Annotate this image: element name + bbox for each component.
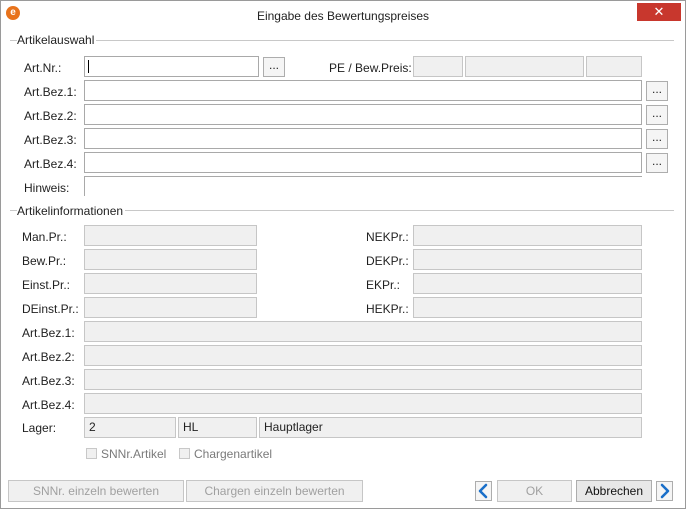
snnr-einzeln-bewerten-button[interactable]: SNNr. einzeln bewerten [8,480,184,502]
art-bez2-label: Art.Bez.2: [24,109,77,123]
info-art-bez2-field [84,345,642,366]
close-button[interactable]: ✕ [637,3,681,21]
arrow-left-icon [478,483,488,499]
info-art-bez3-label: Art.Bez.3: [22,374,75,388]
close-icon: ✕ [653,4,665,19]
art-bez1-input[interactable] [84,80,642,101]
deinst-pr-field [84,297,257,318]
einst-pr-label: Einst.Pr.: [22,278,71,292]
art-bez1-lookup-button[interactable]: ... [646,81,668,101]
chargen-einzeln-bewerten-button[interactable]: Chargen einzeln bewerten [186,480,363,502]
lager-number-field: 2 [84,417,176,438]
art-nr-input[interactable] [84,56,259,77]
nekpr-field [413,225,642,246]
window-title: Eingabe des Bewertungspreises [256,9,430,23]
bew-pr-field [84,249,257,270]
previous-button[interactable] [475,481,492,501]
section-artikelauswahl: Artikelauswahl [17,33,97,47]
hekpr-label: HEKPr.: [366,302,409,316]
lager-name-field: Hauptlager [259,417,642,438]
hinweis-input[interactable] [84,176,642,196]
info-art-bez1-label: Art.Bez.1: [22,326,75,340]
hekpr-field [413,297,642,318]
arrow-right-icon [660,483,670,499]
ekpr-field [413,273,642,294]
text-caret [88,60,89,73]
art-bez2-input[interactable] [84,104,642,125]
man-pr-label: Man.Pr.: [22,230,67,244]
lager-label: Lager: [22,421,57,435]
bew-preis-unit-field [586,56,642,77]
abbrechen-button[interactable]: Abbrechen [576,480,652,502]
art-bez3-input[interactable] [84,128,642,149]
hinweis-label: Hinweis: [24,181,70,195]
chargenartikel-checkbox[interactable] [179,448,190,459]
art-nr-lookup-button[interactable]: ... [263,57,285,77]
info-art-bez3-field [84,369,642,390]
man-pr-field [84,225,257,246]
info-art-bez4-label: Art.Bez.4: [22,398,75,412]
art-nr-label: Art.Nr.: [24,61,62,75]
deinst-pr-label: DEinst.Pr.: [22,302,79,316]
art-bez4-lookup-button[interactable]: ... [646,153,668,173]
section-artikelinformationen: Artikelinformationen [17,204,126,218]
snnr-artikel-checkbox[interactable] [86,448,97,459]
info-art-bez2-label: Art.Bez.2: [22,350,75,364]
art-bez1-label: Art.Bez.1: [24,85,77,99]
einst-pr-field [84,273,257,294]
art-bez3-label: Art.Bez.3: [24,133,77,147]
dekpr-field [413,249,642,270]
nekpr-label: NEKPr.: [366,230,409,244]
next-button[interactable] [656,481,673,501]
art-bez4-input[interactable] [84,152,642,173]
ekpr-label: EKPr.: [366,278,401,292]
pe-field [413,56,463,77]
section-divider [10,40,674,41]
pe-bew-preis-label: PE / Bew.Preis: [329,61,412,75]
bew-preis-field [465,56,584,77]
lager-code-field: HL [178,417,257,438]
dekpr-label: DEKPr.: [366,254,409,268]
art-bez4-label: Art.Bez.4: [24,157,77,171]
info-art-bez1-field [84,321,642,342]
chargenartikel-label: Chargenartikel [194,447,273,461]
art-bez2-lookup-button[interactable]: ... [646,105,668,125]
ok-button[interactable]: OK [497,480,572,502]
info-art-bez4-field [84,393,642,414]
art-bez3-lookup-button[interactable]: ... [646,129,668,149]
bew-pr-label: Bew.Pr.: [22,254,67,268]
snnr-artikel-label: SNNr.Artikel [101,447,167,461]
